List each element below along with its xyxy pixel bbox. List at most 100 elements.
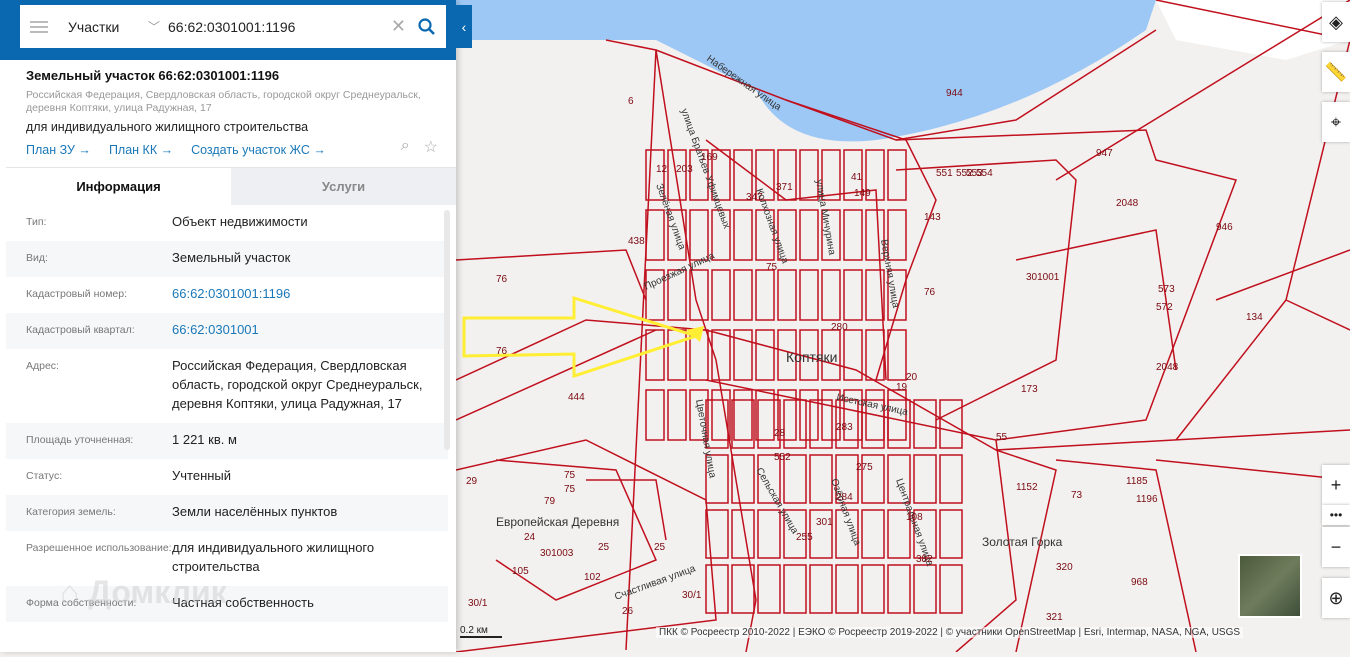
parcel-boundary <box>799 269 819 321</box>
locate-button[interactable]: ⌖ <box>1322 102 1350 142</box>
tab-info[interactable]: Информация <box>6 168 231 205</box>
row-label: Вид: <box>26 252 48 264</box>
parcel-boundary <box>1215 249 1350 301</box>
collapse-panel-button[interactable]: ‹ <box>456 5 472 48</box>
parcel-number: 30/1 <box>682 590 702 601</box>
parcel-number: 444 <box>568 392 585 403</box>
compass-button[interactable]: ⊕ <box>1322 578 1350 618</box>
parcel-number: 19 <box>896 382 908 393</box>
more-button[interactable]: ••• <box>1322 505 1350 525</box>
object-title: Земельный участок 66:62:0301001:1196 <box>26 68 280 83</box>
row-label: Категория земель: <box>26 506 116 518</box>
parcel-number: 108 <box>906 512 923 523</box>
parcel-number: 6 <box>628 96 634 107</box>
info-row: Кадастровый номер: 66:62:0301001:1196 <box>6 277 448 313</box>
parcel-boundary <box>757 509 781 559</box>
row-label: Тип: <box>26 216 47 228</box>
search-document-icon[interactable]: ⌕ <box>401 137 410 157</box>
parcel-number: 149 <box>854 188 871 199</box>
parcel-number: 947 <box>1096 148 1113 159</box>
parcel-boundary <box>887 329 907 381</box>
parcel-number: 143 <box>924 212 941 223</box>
parcel-boundary <box>809 454 833 504</box>
map-canvas[interactable]: Коптяки Европейская Деревня Золотая Горка Н… <box>455 0 1350 653</box>
parcel-number: 75 <box>564 484 576 495</box>
parcel-boundary <box>1285 299 1350 331</box>
zoom-in-button[interactable]: + <box>1322 465 1350 505</box>
parcel-boundary <box>733 389 753 441</box>
info-row: Адрес: Российская Федерация, Свердловская… <box>6 349 448 423</box>
search-input[interactable]: 66:62:0301001:1196 <box>168 19 391 35</box>
parcel-number: 79 <box>544 496 556 507</box>
parcel-number: 2048 <box>1156 362 1179 373</box>
row-label: Статус: <box>26 470 63 482</box>
parcel-number: 1185 <box>1126 476 1148 487</box>
parcel-number: 968 <box>1131 577 1148 588</box>
clear-icon[interactable]: ✕ <box>391 16 406 37</box>
parcel-boundary <box>785 99 937 381</box>
parcel-number: 284 <box>836 492 853 503</box>
row-label: Разрешенное использование: <box>26 542 172 554</box>
layer-select[interactable]: Участки <box>68 19 148 35</box>
parcel-boundary <box>755 269 775 321</box>
parcel-boundary <box>455 439 717 653</box>
row-value[interactable]: 66:62:0301001:1196 <box>172 284 448 303</box>
info-row: Кадастровый квартал: 66:62:0301001 <box>6 313 448 349</box>
parcel-boundary <box>913 564 937 614</box>
parcel-number: 554 <box>976 168 993 179</box>
parcel-number: 1196 <box>1136 494 1158 505</box>
info-row: Площадь уточненная: 1 221 кв. м <box>6 423 448 459</box>
watermark-logo: ⌂ Домклик <box>60 574 227 610</box>
star-icon[interactable]: ☆ <box>424 137 438 157</box>
parcel-boundary <box>731 509 755 559</box>
parcel-number: 55 <box>996 432 1008 443</box>
place-label: Европейская Деревня <box>496 515 619 529</box>
street-label: Сельская улица <box>753 466 800 536</box>
row-value: Объект недвижимости <box>172 214 308 229</box>
create-parcel-link[interactable]: Создать участок ЖС → <box>191 143 326 157</box>
map-attribution: ПКК © Росреестр 2010-2022 | ЕЭКО © Росре… <box>656 627 1244 638</box>
parcel-number: 275 <box>856 462 873 473</box>
parcel-number: 280 <box>831 322 848 333</box>
parcel-boundary <box>667 389 687 441</box>
parcel-number: 320 <box>1056 562 1073 573</box>
place-label: Золотая Горка <box>982 535 1063 549</box>
parcel-number: 552 <box>774 452 791 463</box>
parcel-boundary <box>799 389 819 441</box>
parcel-boundary <box>783 399 807 449</box>
plan-zu-link[interactable]: План ЗУ → <box>26 143 91 157</box>
parcel-number: 551 <box>936 168 953 179</box>
row-value: Российская Федерация, Свердловская облас… <box>172 358 423 411</box>
plan-kk-link[interactable]: План КК → <box>109 143 173 157</box>
parcel-boundary <box>809 564 833 614</box>
parcel-boundary <box>667 149 687 201</box>
parcel-boundary <box>887 149 907 201</box>
parcel-number: 75 <box>766 262 778 273</box>
search-icon[interactable] <box>418 17 436 36</box>
info-row: Вид: Земельный участок <box>6 241 448 277</box>
tab-services[interactable]: Услуги <box>231 168 456 205</box>
row-label: Кадастровый квартал: <box>26 324 135 336</box>
parcel-number: 76 <box>496 346 508 357</box>
zoom-out-button[interactable]: − <box>1322 527 1350 567</box>
parcel-number: 944 <box>946 88 963 99</box>
hamburger-icon[interactable] <box>30 20 48 33</box>
layers-button[interactable]: ◈ <box>1322 2 1350 42</box>
row-value: Земельный участок <box>172 250 291 265</box>
parcel-boundary <box>605 39 657 651</box>
chevron-down-icon[interactable]: ﹀ <box>148 18 168 35</box>
parcel-number: 102 <box>584 572 601 583</box>
row-value[interactable]: 66:62:0301001 <box>172 320 448 339</box>
street-label: улица Мичурина <box>813 179 837 257</box>
search-bar: Участки ﹀ 66:62:0301001:1196 ✕ <box>0 0 456 60</box>
parcel-number: 321 <box>1046 612 1063 623</box>
ruler-button[interactable]: 📏 <box>1322 52 1350 92</box>
parcel-boundary <box>667 329 687 381</box>
row-value: Земли населённых пунктов <box>172 504 338 519</box>
satellite-basemap-toggle[interactable] <box>1238 554 1302 618</box>
parcel-number: 255 <box>796 532 813 543</box>
parcel-number: 1152 <box>1016 482 1038 493</box>
scrollbar[interactable] <box>444 210 450 450</box>
parcel-number: 29 <box>466 476 478 487</box>
row-value: Учтенный <box>172 468 232 483</box>
